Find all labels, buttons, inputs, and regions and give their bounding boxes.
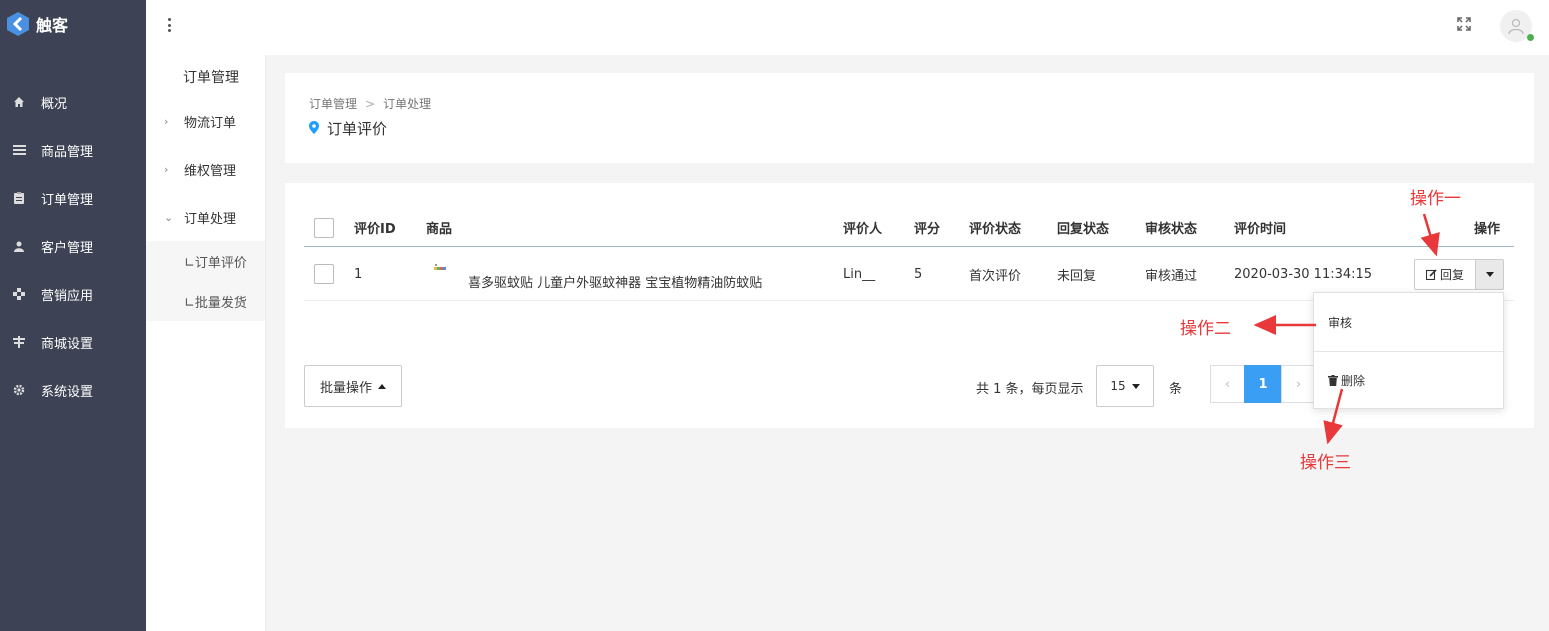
top-bar <box>146 0 1549 55</box>
sidebar-item-marketing[interactable]: 营销应用 <box>0 270 146 318</box>
page-title-text: 订单评价 <box>327 120 388 138</box>
batch-operations-button[interactable]: 批量操作 <box>304 365 402 407</box>
sidebar-item-customers[interactable]: 客户管理 <box>0 222 146 270</box>
dropdown-item-audit[interactable]: 审核 <box>1314 293 1503 351</box>
subnav-item-rights-management[interactable]: › 维权管理 <box>146 145 265 193</box>
store-icon <box>12 335 26 349</box>
annotation-op3: 操作三 <box>1300 453 1351 473</box>
reply-button-label: 回复 <box>1439 268 1464 282</box>
audit-status: 审核通过 <box>1145 268 1198 284</box>
col-action: 操作 <box>1474 222 1501 237</box>
product-name[interactable]: 喜多驱蚊贴 儿童户外驱蚊神器 宝宝植物精油防蚊贴 <box>468 248 762 300</box>
action-dropdown-menu: 审核 删除 <box>1313 292 1504 409</box>
gear-icon <box>12 383 26 397</box>
sidebar-item-label: 系统设置 <box>41 384 94 400</box>
secondary-nav: 订单管理 › 物流订单 › 维权管理 ⌄ 订单处理 ∟订单评价 ∟批量发货 <box>146 55 266 631</box>
annotation-op1: 操作一 <box>1410 189 1461 209</box>
page-size-select[interactable]: 15 <box>1096 365 1154 407</box>
col-review-time: 评价时间 <box>1234 222 1287 237</box>
clipboard-icon <box>12 191 26 205</box>
reply-button[interactable]: 回复 <box>1414 259 1476 290</box>
page-size-unit: 条 <box>1169 382 1183 397</box>
delete-label: 删除 <box>1341 374 1366 388</box>
subnav-label: 物流订单 <box>184 115 237 131</box>
col-reviewer: 评价人 <box>843 222 883 237</box>
subnav-subitem-batch-shipping[interactable]: ∟批量发货 <box>146 281 265 321</box>
brand-name: 触客 <box>36 16 69 35</box>
sidebar-item-label: 商城设置 <box>41 336 94 352</box>
select-all-checkbox[interactable] <box>314 217 334 238</box>
sidebar-item-orders[interactable]: 订单管理 <box>0 174 146 222</box>
breadcrumb-root[interactable]: 订单管理 <box>309 97 357 111</box>
dropdown-item-delete[interactable]: 删除 <box>1314 351 1503 409</box>
sidebar-item-overview[interactable]: 概况 <box>0 78 146 126</box>
menu-toggle-icon[interactable] <box>168 18 172 32</box>
sidebar-item-label: 商品管理 <box>41 144 94 160</box>
page-title: 订单评价 <box>309 118 387 139</box>
sidebar-item-label: 概况 <box>41 96 68 112</box>
action-dropdown-toggle[interactable] <box>1475 259 1504 290</box>
subnav-title: 订单管理 <box>183 70 239 86</box>
batch-operations-label: 批量操作 <box>319 380 372 396</box>
reviewer-name: Lin__ <box>843 266 876 282</box>
subnav-label: 订单处理 <box>184 211 237 227</box>
product-thumbnail[interactable] <box>434 248 446 300</box>
next-page-button[interactable]: › <box>1281 365 1316 403</box>
subnav-subitem-order-reviews[interactable]: ∟订单评价 <box>146 241 265 281</box>
caret-down-icon <box>1485 272 1494 277</box>
user-icon <box>12 239 26 253</box>
caret-down-icon <box>1131 383 1140 389</box>
page-header-card: 订单管理 > 订单处理 订单评价 <box>285 73 1534 163</box>
review-status: 首次评价 <box>969 268 1022 284</box>
current-page-button[interactable]: 1 <box>1244 365 1282 403</box>
col-review-status: 评价状态 <box>969 222 1022 237</box>
home-icon <box>12 95 26 109</box>
sidebar-item-store-settings[interactable]: 商城设置 <box>0 318 146 366</box>
brand-logo-icon <box>6 11 30 37</box>
col-reply-status: 回复状态 <box>1057 222 1110 237</box>
subnav-label: 维权管理 <box>184 163 237 179</box>
subnav-item-logistics-orders[interactable]: › 物流订单 <box>146 97 265 145</box>
fullscreen-icon[interactable] <box>1456 16 1472 32</box>
review-score: 5 <box>914 266 923 282</box>
col-id: 评价ID <box>354 222 396 237</box>
brand[interactable]: 触客 <box>0 0 146 48</box>
prev-page-button[interactable]: ‹ <box>1210 365 1245 403</box>
pagination-summary: 共 1 条，每页显示 <box>976 382 1084 397</box>
main-sidebar: 触客 概况 商品管理 订单管理 客户管理 营销应用 商城设置 系统设置 <box>0 0 146 631</box>
breadcrumb-current[interactable]: 订单处理 <box>383 97 431 111</box>
trash-icon <box>1328 375 1338 386</box>
list-icon <box>12 143 26 157</box>
review-id: 1 <box>354 266 363 282</box>
online-status-dot <box>1527 34 1534 41</box>
location-pin-icon <box>309 120 319 138</box>
sidebar-item-label: 订单管理 <box>41 192 94 208</box>
sidebar-item-label: 客户管理 <box>41 240 94 256</box>
caret-up-icon <box>378 383 386 389</box>
page-size-value: 15 <box>1110 379 1126 393</box>
annotation-op2: 操作二 <box>1180 319 1231 339</box>
col-score: 评分 <box>914 222 941 237</box>
chevron-right-icon: › <box>164 114 169 128</box>
chevron-down-icon: ⌄ <box>164 210 174 224</box>
chevron-right-icon: › <box>164 162 169 176</box>
sidebar-item-label: 营销应用 <box>41 288 94 304</box>
subnav-item-order-processing[interactable]: ⌄ 订单处理 <box>146 193 265 241</box>
breadcrumb-separator: > <box>365 97 376 111</box>
col-audit-status: 审核状态 <box>1145 222 1198 237</box>
col-product: 商品 <box>426 222 453 237</box>
sidebar-item-products[interactable]: 商品管理 <box>0 126 146 174</box>
sidebar-item-system-settings[interactable]: 系统设置 <box>0 366 146 414</box>
breadcrumb: 订单管理 > 订单处理 <box>309 95 431 112</box>
puzzle-icon <box>12 287 26 301</box>
avatar[interactable] <box>1500 10 1534 42</box>
table-header: 评价ID 商品 评价人 评分 评价状态 回复状态 审核状态 评价时间 操作 <box>304 209 1514 247</box>
reply-status: 未回复 <box>1057 268 1097 284</box>
row-checkbox[interactable] <box>314 264 334 284</box>
edit-icon <box>1425 269 1437 280</box>
